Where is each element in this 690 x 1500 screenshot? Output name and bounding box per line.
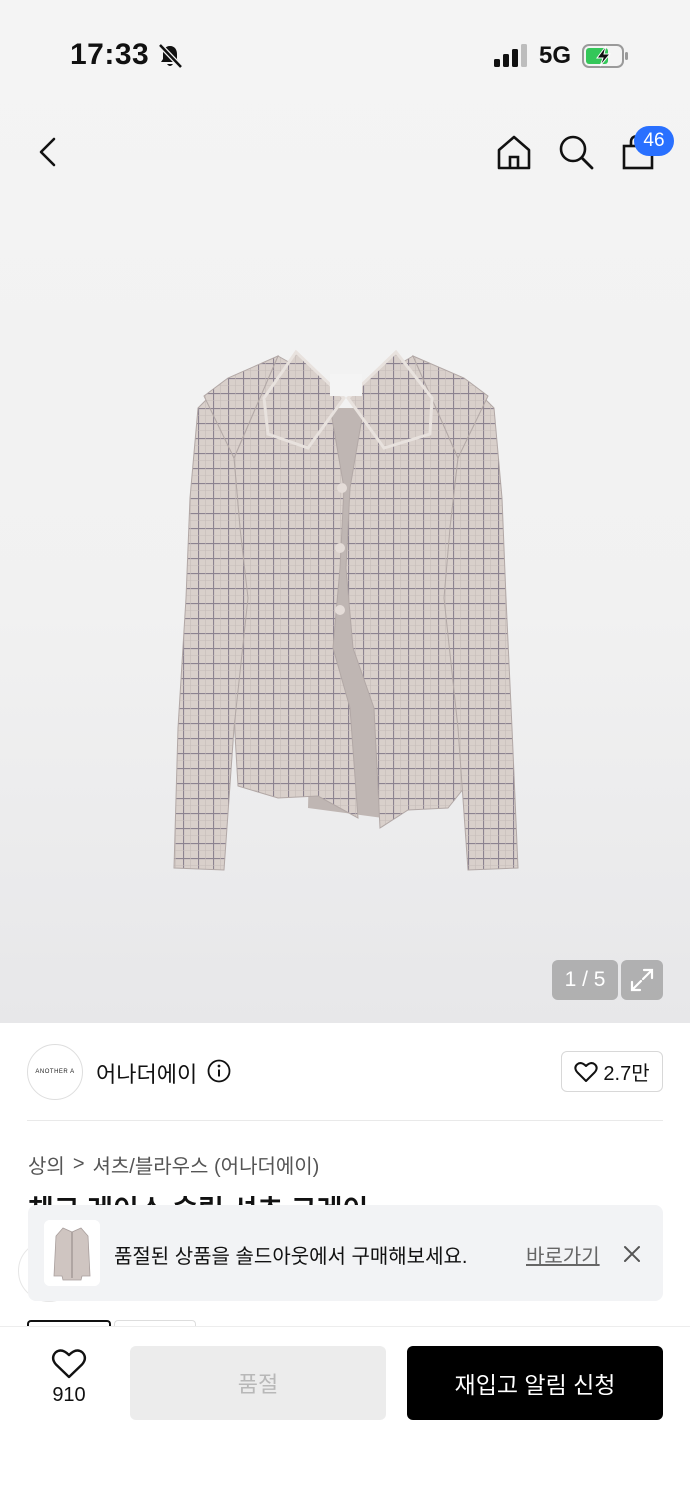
status-bar: 17:33 5G — [0, 0, 690, 110]
soldout-button: 품절 — [130, 1346, 386, 1420]
network-label: 5G — [539, 42, 572, 69]
brand-name[interactable]: 어나더에이 — [96, 1057, 197, 1089]
brand-like-count: 2.7만 — [603, 1063, 650, 1085]
home-button[interactable] — [492, 130, 536, 174]
breadcrumb: 상의 > 셔츠/블라우스 (어나더에이) — [28, 1150, 319, 1179]
brand-like-button[interactable]: 2.7만 — [561, 1051, 663, 1092]
wish-count: 910 — [52, 1384, 86, 1406]
status-time: 17:33 — [70, 38, 150, 71]
breadcrumb-item-shirts[interactable]: 셔츠/블라우스 (어나더에이) — [93, 1150, 320, 1179]
expand-icon — [630, 968, 654, 992]
top-nav — [0, 120, 690, 184]
chevron-left-icon — [39, 137, 56, 167]
cart-count-badge: 46 — [634, 126, 674, 156]
banner-link[interactable]: 바로가기 — [526, 1240, 600, 1269]
back-button[interactable] — [26, 130, 70, 174]
search-button[interactable] — [554, 130, 598, 174]
expand-button[interactable] — [621, 960, 663, 1000]
close-icon — [624, 1246, 640, 1262]
signal-icon — [494, 44, 527, 67]
bell-muted-icon — [158, 43, 183, 69]
info-icon[interactable] — [207, 1059, 231, 1083]
search-icon — [559, 135, 594, 170]
battery-charging-icon — [582, 44, 628, 68]
banner-close-button[interactable] — [618, 1240, 646, 1268]
banner-product-image — [44, 1220, 100, 1286]
product-photo — [173, 349, 519, 871]
wish-button[interactable]: 910 — [40, 1348, 98, 1418]
divider — [27, 1120, 663, 1121]
breadcrumb-item-top[interactable]: 상의 — [28, 1150, 65, 1179]
restock-alert-button[interactable]: 재입고 알림 신청 — [407, 1346, 663, 1420]
banner-thumbnail — [44, 1220, 100, 1286]
heart-icon — [574, 1061, 599, 1082]
home-icon — [497, 135, 531, 170]
brand-logo[interactable]: ANOTHER A — [27, 1044, 83, 1100]
breadcrumb-separator: > — [72, 1153, 85, 1175]
brand-logo-text: ANOTHER A — [35, 1069, 75, 1075]
soldout-banner[interactable]: 품절된 상품을 솔드아웃에서 구매해보세요. 바로가기 — [28, 1205, 663, 1301]
heart-icon — [51, 1349, 87, 1379]
image-counter: 1 / 5 — [552, 960, 618, 1000]
banner-message: 품절된 상품을 솔드아웃에서 구매해보세요. — [114, 1246, 468, 1268]
